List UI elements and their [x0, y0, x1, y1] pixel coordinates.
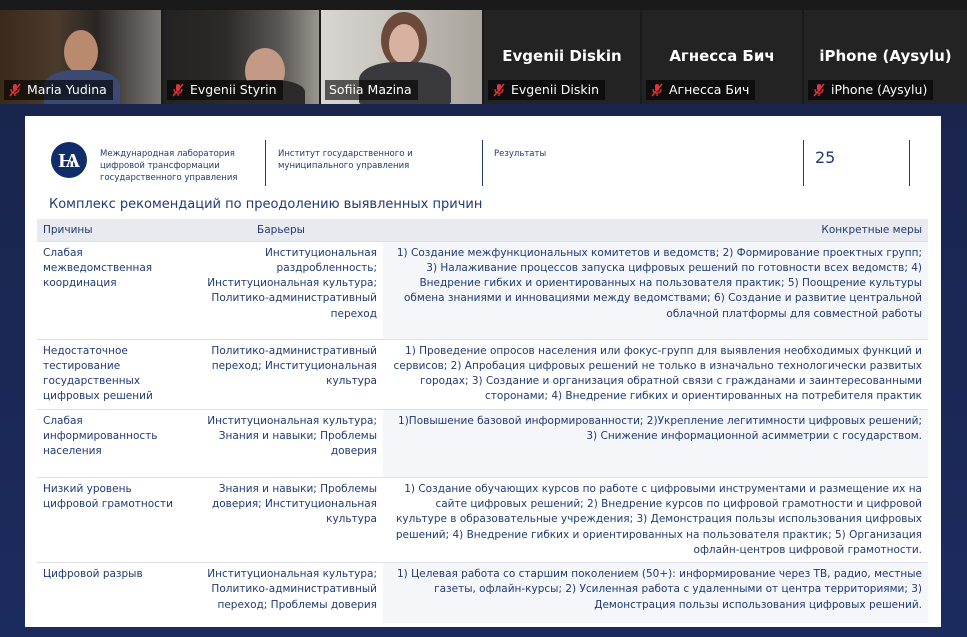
barriers-cell: Политико-административный переход; Инсти…: [179, 338, 383, 410]
cause-cell: Цифровой разрыв: [37, 562, 179, 623]
muted-mic-icon: [171, 83, 185, 97]
measures-cell: 1)Повышение базовой информированности; 2…: [383, 408, 928, 478]
participant-nameplate: Evgenii Diskin: [488, 80, 606, 100]
measures-cell: 1) Проведение опросов населения или фоку…: [383, 338, 928, 410]
muted-mic-icon: [492, 83, 506, 97]
participant-name: Sofiia Mazina: [329, 82, 412, 97]
barriers-cell: Институциональная раздробленность; Инсти…: [179, 240, 383, 339]
participant-nameplate: Sofiia Mazina: [325, 80, 418, 100]
participant-nameplate: Агнесса Бич: [646, 80, 756, 100]
header-divider: [482, 140, 483, 186]
measures-cell: 1) Создание обучающих курсов по работе с…: [383, 476, 928, 563]
lab-name: Международная лаборатория цифровой транс…: [100, 149, 238, 183]
table-row: Низкий уровень цифровой грамотности Знан…: [37, 476, 928, 563]
header-divider: [909, 140, 910, 186]
header-divider: [265, 140, 266, 186]
meeting-window: Maria Yudina Evgenii Styrin Sofiia Mazin…: [0, 0, 967, 637]
section-name: Результаты: [494, 149, 547, 159]
column-header: Причины: [37, 219, 179, 241]
barriers-cell: Институциональная культура; Политико-адм…: [179, 562, 383, 623]
participant-name: Агнесса Бич: [669, 82, 750, 97]
barriers-cell: Знания и навыки; Проблемы доверия; Инсти…: [179, 476, 383, 563]
table-row: Недостаточное тестирование государственн…: [37, 338, 928, 410]
participant-display-name: iPhone (Aysylu): [819, 47, 952, 65]
participant-strip: Maria Yudina Evgenii Styrin Sofiia Mazin…: [0, 10, 967, 104]
recommendations-table: Причины Барьеры Конкретные меры Слабая м…: [37, 219, 928, 623]
institute-name: Институт государственного и муниципально…: [278, 149, 413, 171]
participant-name: Evgenii Diskin: [511, 82, 600, 97]
muted-mic-icon: [812, 83, 826, 97]
participant-nameplate: Evgenii Styrin: [167, 80, 283, 100]
participant-display-name: Evgenii Diskin: [502, 47, 622, 65]
participant-display-name: Агнесса Бич: [669, 47, 775, 65]
header-divider: [803, 140, 804, 186]
table-row: Слабая межведомственная координация Инст…: [37, 240, 928, 339]
participant-nameplate: Maria Yudina: [4, 80, 113, 100]
table-row: Цифровой разрыв Институциональная культу…: [37, 562, 928, 623]
participant-tile-active-speaker[interactable]: Sofiia Mazina: [321, 10, 482, 104]
cause-cell: Слабая межведомственная координация: [37, 240, 179, 339]
slide-title: Комплекс рекомендаций по преодолению выя…: [49, 197, 483, 212]
muted-mic-icon: [650, 83, 664, 97]
participant-nameplate: iPhone (Aysylu): [808, 80, 934, 100]
participant-tile[interactable]: Evgenii Diskin Evgenii Diskin: [484, 10, 640, 104]
page-number: 25: [815, 148, 836, 167]
table-header-row: Причины Барьеры Конкретные меры: [37, 219, 928, 241]
cause-cell: Недостаточное тестирование государственн…: [37, 338, 179, 410]
column-header: Барьеры: [179, 219, 383, 241]
measures-cell: 1) Создание межфункциональных комитетов …: [383, 240, 928, 339]
participant-tile[interactable]: Maria Yudina: [0, 10, 161, 104]
measures-cell: 1) Целевая работа со старшим поколением …: [383, 562, 928, 623]
cause-cell: Низкий уровень цифровой грамотности: [37, 476, 179, 563]
cause-cell: Слабая информированность населения: [37, 408, 179, 478]
barriers-cell: Институциональная культура; Знания и нав…: [179, 408, 383, 478]
column-header: Конкретные меры: [383, 219, 928, 241]
participant-tile[interactable]: Evgenii Styrin: [163, 10, 319, 104]
participant-name: Maria Yudina: [27, 82, 107, 97]
participant-name: Evgenii Styrin: [190, 82, 277, 97]
participant-tile[interactable]: Агнесса Бич Агнесса Бич: [642, 10, 802, 104]
participant-tile[interactable]: iPhone (Aysylu) iPhone (Aysylu): [804, 10, 967, 104]
muted-mic-icon: [8, 83, 22, 97]
hse-logo-icon: Ѩ: [51, 142, 87, 178]
table-row: Слабая информированность населения Инсти…: [37, 408, 928, 478]
participant-name: iPhone (Aysylu): [831, 82, 928, 97]
slide-header: Ѩ Международная лаборатория цифровой тра…: [25, 116, 941, 194]
shared-slide: Ѩ Международная лаборатория цифровой тра…: [25, 116, 941, 627]
